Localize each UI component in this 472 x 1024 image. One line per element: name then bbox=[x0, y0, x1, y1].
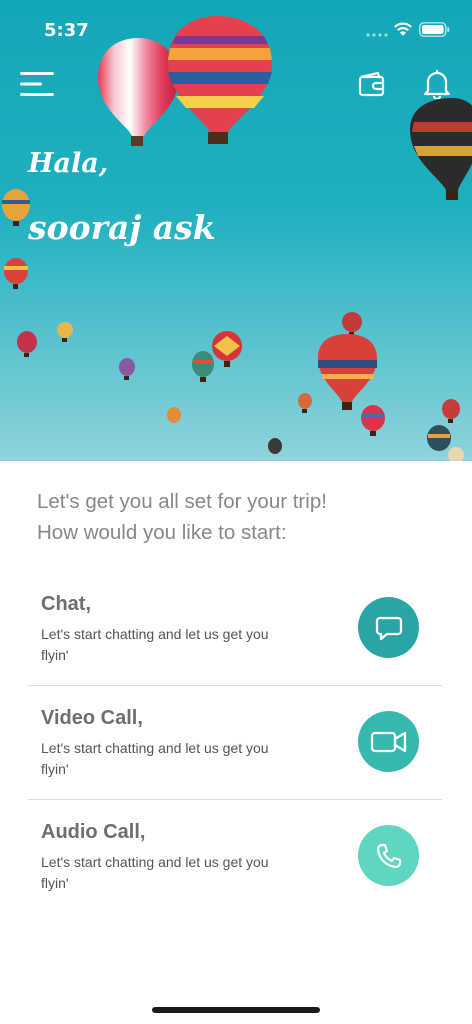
balloon-small-4 bbox=[57, 322, 73, 342]
video-camera-icon bbox=[370, 731, 406, 752]
balloon-small-10 bbox=[361, 405, 385, 436]
balloon-medium-center bbox=[318, 334, 377, 410]
battery-icon bbox=[419, 22, 450, 37]
balloon-small-2 bbox=[4, 258, 28, 289]
balloon-small-9 bbox=[298, 393, 312, 413]
balloon-small-14 bbox=[427, 425, 451, 451]
audio-call-button[interactable] bbox=[358, 825, 419, 886]
signal-icon bbox=[366, 33, 388, 37]
status-time: 5:37 bbox=[44, 20, 89, 41]
option-audio-call-description: Let's start chatting and let us get you … bbox=[41, 854, 269, 891]
chat-bubble-icon bbox=[375, 616, 402, 640]
wifi-icon bbox=[394, 22, 412, 36]
video-call-button[interactable] bbox=[358, 711, 419, 772]
intro-line-2: How would you like to start: bbox=[37, 521, 287, 544]
greeting-text: Hala, bbox=[28, 148, 109, 179]
wallet-icon[interactable] bbox=[358, 70, 386, 98]
balloon-small-11 bbox=[167, 407, 181, 423]
balloon-right-edge bbox=[410, 98, 472, 200]
user-name: sooraj ask bbox=[28, 208, 216, 247]
balloon-small-7 bbox=[212, 331, 242, 367]
balloon-small-12 bbox=[268, 438, 282, 454]
balloon-small-6 bbox=[192, 351, 214, 382]
balloon-small-15 bbox=[448, 447, 464, 461]
balloon-small-5 bbox=[119, 358, 135, 380]
balloon-small-1 bbox=[2, 189, 30, 226]
option-chat[interactable]: Chat, Let's start chatting and let us ge… bbox=[28, 572, 442, 686]
option-video-call-description: Let's start chatting and let us get you … bbox=[41, 740, 269, 777]
option-audio-call[interactable]: Audio Call, Let's start chatting and let… bbox=[28, 800, 442, 914]
balloon-small-8 bbox=[342, 312, 362, 336]
phone-icon bbox=[376, 843, 401, 868]
balloon-small-3 bbox=[17, 331, 37, 357]
option-chat-title: Chat, bbox=[41, 593, 91, 615]
intro-line-1: Let's get you all set for your trip! bbox=[37, 490, 327, 513]
chat-button[interactable] bbox=[358, 597, 419, 658]
intro-prompt: Let's get you all set for your trip! How… bbox=[37, 486, 327, 548]
balloon-small-13 bbox=[442, 399, 460, 423]
home-indicator[interactable] bbox=[152, 1007, 320, 1013]
option-video-call-title: Video Call, bbox=[41, 707, 143, 729]
option-audio-call-title: Audio Call, bbox=[41, 821, 146, 843]
notification-bell-icon[interactable] bbox=[423, 69, 451, 99]
hero-banner: 5:37 Hala, sooraj ask bbox=[0, 0, 472, 461]
option-chat-description: Let's start chatting and let us get you … bbox=[41, 626, 269, 663]
option-video-call[interactable]: Video Call, Let's start chatting and let… bbox=[28, 686, 442, 800]
menu-icon[interactable] bbox=[20, 70, 56, 98]
status-bar: 5:37 bbox=[0, 0, 472, 60]
